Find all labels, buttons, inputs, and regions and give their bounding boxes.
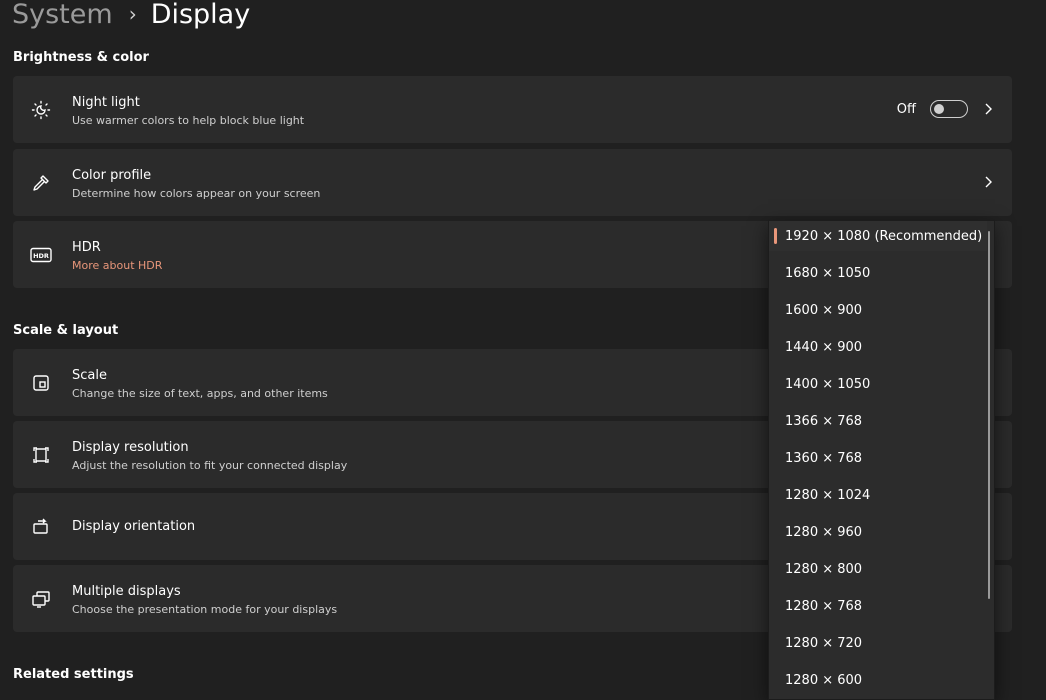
dropdown-scrollbar[interactable] — [988, 231, 990, 599]
scale-subtitle: Change the size of text, apps, and other… — [72, 387, 328, 400]
resolution-option-label: 1280 × 960 — [785, 524, 863, 540]
svg-text:HDR: HDR — [33, 252, 49, 260]
scale-title: Scale — [72, 368, 107, 383]
resolution-option[interactable]: 1400 × 1050 — [769, 369, 987, 399]
resolution-option-label: 1366 × 768 — [785, 413, 863, 429]
night-light-toggle[interactable] — [930, 100, 968, 118]
color-profile-title: Color profile — [72, 168, 152, 183]
page-title: Display — [150, 0, 251, 30]
resolution-option[interactable]: 1920 × 1080 (Recommended) — [769, 221, 987, 251]
display-resolution-subtitle: Adjust the resolution to fit your connec… — [72, 459, 348, 472]
multiple-displays-subtitle: Choose the presentation mode for your di… — [72, 603, 338, 616]
resolution-option[interactable]: 1360 × 768 — [769, 443, 987, 473]
resolution-option[interactable]: 1280 × 800 — [769, 554, 987, 584]
night-light-toggle-label: Off — [896, 102, 916, 117]
resolution-option-label: 1600 × 900 — [785, 302, 863, 318]
toggle-knob — [934, 104, 944, 114]
section-title-scale: Scale & layout — [13, 323, 119, 338]
hdr-icon: HDR — [29, 243, 53, 267]
resolution-dropdown[interactable]: 1920 × 1080 (Recommended) 1680 × 1050 16… — [768, 220, 995, 700]
night-light-title: Night light — [72, 95, 140, 110]
chevron-right-icon[interactable] — [982, 175, 994, 189]
resolution-icon — [29, 443, 53, 467]
orientation-icon — [29, 515, 53, 539]
section-title-brightness: Brightness & color — [13, 50, 149, 65]
night-light-subtitle: Use warmer colors to help block blue lig… — [72, 114, 305, 127]
chevron-right-icon[interactable] — [982, 102, 994, 116]
resolution-option[interactable]: 1600 × 900 — [769, 295, 987, 325]
resolution-option-label: 1280 × 600 — [785, 672, 863, 688]
resolution-option[interactable]: 1280 × 720 — [769, 628, 987, 658]
resolution-option-label: 1920 × 1080 (Recommended) — [785, 228, 983, 244]
resolution-option-label: 1440 × 900 — [785, 339, 863, 355]
section-title-related: Related settings — [13, 667, 134, 682]
resolution-option[interactable]: 1280 × 600 — [769, 665, 987, 695]
breadcrumb-system-link[interactable]: System — [12, 0, 113, 30]
resolution-option-label: 1280 × 768 — [785, 598, 863, 614]
night-light-icon — [29, 98, 53, 122]
resolution-option[interactable]: 1366 × 768 — [769, 406, 987, 436]
display-orientation-title: Display orientation — [72, 519, 196, 534]
resolution-option-label: 1280 × 720 — [785, 635, 863, 651]
color-profile-subtitle: Determine how colors appear on your scre… — [72, 187, 321, 200]
breadcrumb: System › Display — [12, 0, 250, 36]
resolution-option[interactable]: 1280 × 960 — [769, 517, 987, 547]
resolution-option[interactable]: 1280 × 768 — [769, 591, 987, 621]
eyedropper-icon — [29, 171, 53, 195]
chevron-right-icon: › — [128, 2, 137, 26]
resolution-option[interactable]: 1440 × 900 — [769, 332, 987, 362]
hdr-more-link[interactable]: More about HDR — [72, 259, 162, 272]
multiple-displays-title: Multiple displays — [72, 584, 181, 599]
hdr-title: HDR — [72, 240, 101, 255]
night-light-card[interactable]: Night light Use warmer colors to help bl… — [13, 76, 1012, 143]
selection-indicator — [774, 228, 777, 244]
multiple-displays-icon — [29, 587, 53, 611]
resolution-option-label: 1400 × 1050 — [785, 376, 871, 392]
resolution-option[interactable]: 1680 × 1050 — [769, 258, 987, 288]
scale-icon — [29, 371, 53, 395]
resolution-option-label: 1360 × 768 — [785, 450, 863, 466]
display-resolution-title: Display resolution — [72, 440, 189, 455]
color-profile-card[interactable]: Color profile Determine how colors appea… — [13, 149, 1012, 216]
resolution-option-label: 1680 × 1050 — [785, 265, 871, 281]
resolution-option[interactable]: 1280 × 1024 — [769, 480, 987, 510]
resolution-option-label: 1280 × 800 — [785, 561, 863, 577]
resolution-option-label: 1280 × 1024 — [785, 487, 871, 503]
